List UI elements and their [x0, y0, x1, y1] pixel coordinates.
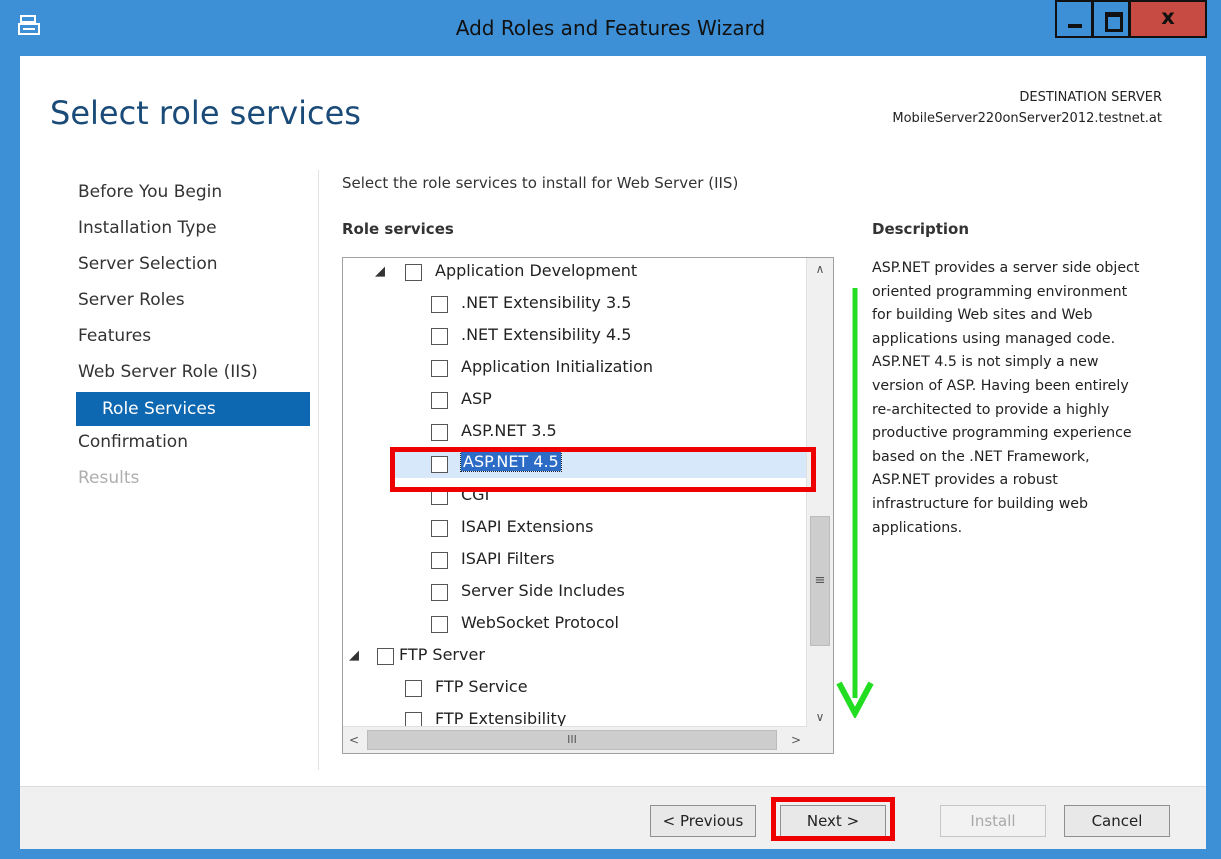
tree-row[interactable]: FTP Extensibility: [343, 704, 807, 728]
scroll-right-icon[interactable]: >: [785, 727, 807, 753]
tree-list: ◢ Application Development .NET Extensibili…: [343, 258, 807, 728]
tree-row-label: ASP.NET 3.5: [461, 421, 557, 440]
tree-row[interactable]: ◢ Application Development: [343, 258, 807, 286]
tree-row[interactable]: Application Initialization: [343, 352, 807, 382]
role-checkbox[interactable]: [431, 520, 448, 537]
title-bar[interactable]: Add Roles and Features Wizard x: [0, 0, 1221, 56]
annotation-red-box-next: [771, 797, 895, 841]
tree-row[interactable]: ASP: [343, 384, 807, 414]
nav-item-confirmation[interactable]: Confirmation: [76, 428, 310, 464]
tree-row-label: .NET Extensibility 3.5: [461, 293, 632, 312]
tree-row-label: FTP Server: [399, 645, 485, 664]
horizontal-scrollbar[interactable]: < III >: [343, 726, 807, 753]
expand-arrow-icon[interactable]: ◢: [349, 648, 359, 663]
tree-row-label: FTP Service: [435, 677, 528, 696]
wizard-nav: Before You Begin Installation Type Serve…: [76, 178, 310, 500]
maximize-button[interactable]: [1092, 0, 1130, 38]
tree-row-label: WebSocket Protocol: [461, 613, 619, 632]
tree-row[interactable]: Server Side Includes: [343, 576, 807, 606]
role-checkbox[interactable]: [431, 616, 448, 633]
cancel-button[interactable]: Cancel: [1064, 805, 1170, 837]
description-text: ASP.NET provides a server side object or…: [872, 260, 1140, 536]
install-button: Install: [940, 805, 1046, 837]
close-icon: x: [1161, 5, 1175, 29]
role-checkbox[interactable]: [431, 392, 448, 409]
role-checkbox[interactable]: [431, 552, 448, 569]
role-checkbox[interactable]: [431, 584, 448, 601]
tree-row[interactable]: .NET Extensibility 3.5: [343, 288, 807, 318]
nav-item-role-services[interactable]: Role Services: [76, 392, 310, 426]
role-checkbox[interactable]: [405, 680, 422, 697]
nav-divider: [318, 170, 319, 770]
tree-row[interactable]: .NET Extensibility 4.5: [343, 320, 807, 350]
tree-row-label: Server Side Includes: [461, 581, 625, 600]
tree-row[interactable]: WebSocket Protocol: [343, 608, 807, 638]
scroll-left-icon[interactable]: <: [343, 727, 365, 753]
close-button[interactable]: x: [1129, 0, 1207, 38]
tree-row[interactable]: ASP.NET 3.5: [343, 416, 807, 446]
destination-server-name: MobileServer220onServer2012.testnet.at: [892, 111, 1162, 126]
role-checkbox[interactable]: [431, 296, 448, 313]
role-checkbox[interactable]: [377, 648, 394, 665]
page-title: Select role services: [50, 94, 361, 132]
wizard-window: Add Roles and Features Wizard x Select r…: [0, 0, 1221, 859]
maximize-icon: [1105, 12, 1123, 32]
destination-server-label: DESTINATION SERVER: [1019, 90, 1162, 105]
nav-item-server-selection[interactable]: Server Selection: [76, 250, 310, 286]
nav-item-features[interactable]: Features: [76, 322, 310, 358]
tree-row-label: .NET Extensibility 4.5: [461, 325, 632, 344]
scroll-up-icon[interactable]: ∧: [807, 258, 833, 280]
role-checkbox[interactable]: [431, 360, 448, 377]
role-services-tree[interactable]: ◢ Application Development .NET Extensibili…: [342, 257, 834, 754]
scrollbar-corner: [807, 727, 833, 753]
nav-item-results: Results: [78, 468, 140, 488]
tree-row-label: Application Development: [435, 261, 638, 280]
instruction-text: Select the role services to install for …: [342, 174, 739, 192]
nav-item-installation-type[interactable]: Installation Type: [76, 214, 310, 250]
tree-row[interactable]: FTP Service: [343, 672, 807, 702]
minimize-button[interactable]: [1055, 0, 1093, 38]
nav-item-before-you-begin[interactable]: Before You Begin: [76, 178, 310, 214]
expand-arrow-icon[interactable]: ◢: [375, 264, 385, 279]
nav-item-web-server-role[interactable]: Web Server Role (IIS): [76, 358, 310, 394]
vertical-scroll-thumb[interactable]: ≡: [810, 516, 830, 646]
minimize-icon: [1068, 24, 1082, 28]
horizontal-scroll-thumb[interactable]: III: [367, 730, 777, 750]
tree-row-label: Application Initialization: [461, 357, 654, 376]
tree-row-label: ISAPI Filters: [461, 549, 555, 568]
role-checkbox[interactable]: [431, 424, 448, 441]
wizard-content: Select role services DESTINATION SERVER …: [20, 56, 1206, 849]
tree-row[interactable]: ISAPI Extensions: [343, 512, 807, 542]
role-services-heading: Role services: [342, 220, 454, 238]
previous-button[interactable]: < Previous: [650, 805, 756, 837]
tree-row[interactable]: ◢ FTP Server: [343, 640, 807, 670]
tree-row-label: ISAPI Extensions: [461, 517, 594, 536]
nav-item-server-roles[interactable]: Server Roles: [76, 286, 310, 322]
vertical-scrollbar[interactable]: ∧ ≡ ∨: [806, 258, 833, 728]
role-checkbox[interactable]: [431, 328, 448, 345]
window-title: Add Roles and Features Wizard: [455, 16, 766, 40]
role-checkbox[interactable]: [405, 264, 422, 281]
annotation-red-box-asp-net-45: [390, 447, 816, 492]
annotation-green-arrow-icon: [836, 288, 874, 718]
description-heading: Description: [872, 220, 970, 238]
tree-row-label: ASP: [461, 389, 492, 408]
scroll-down-icon[interactable]: ∨: [807, 706, 833, 728]
wizard-footer: < Previous Next > Install Cancel: [20, 786, 1206, 849]
tree-row[interactable]: ISAPI Filters: [343, 544, 807, 574]
